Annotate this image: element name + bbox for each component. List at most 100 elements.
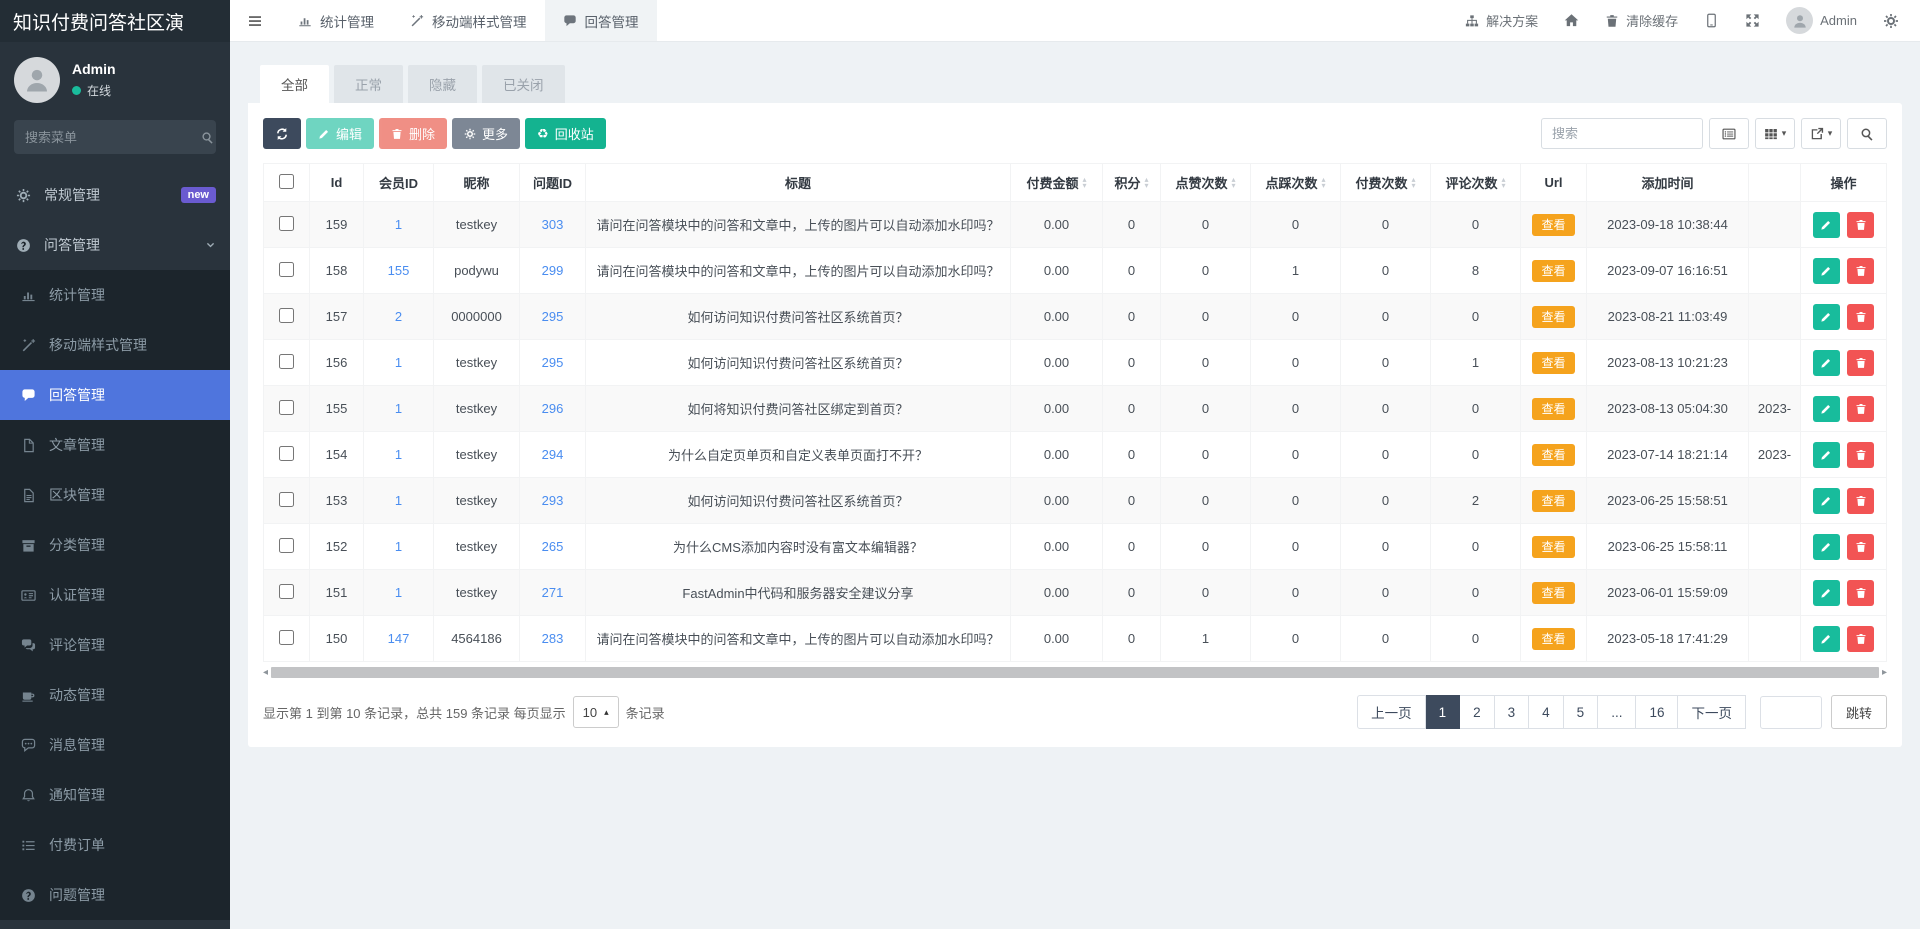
question-id-link[interactable]: 299	[520, 248, 586, 294]
row-checkbox[interactable]	[279, 400, 294, 415]
row-edit-button[interactable]	[1813, 580, 1840, 606]
page-button[interactable]: 16	[1636, 695, 1678, 729]
column-header[interactable]: 积分▴▾	[1103, 164, 1161, 202]
sidebar-subitem[interactable]: 消息管理	[0, 720, 230, 770]
table-search-input[interactable]	[1541, 118, 1703, 149]
row-edit-button[interactable]	[1813, 534, 1840, 560]
sidebar-subitem[interactable]: 统计管理	[0, 270, 230, 320]
search-toggle-button[interactable]	[1847, 118, 1887, 149]
sidebar-subitem[interactable]: 区块管理	[0, 470, 230, 520]
search-icon[interactable]	[201, 131, 214, 144]
sidebar-item[interactable]: 常规管理 new	[0, 170, 230, 220]
column-header[interactable]: 问题ID▴▾	[520, 164, 586, 202]
member-id-link[interactable]: 1	[364, 340, 434, 386]
columns-button[interactable]: ▾	[1755, 118, 1795, 149]
sidebar-subitem[interactable]: 动态管理	[0, 670, 230, 720]
sort-carets[interactable]: ▴▾	[1145, 177, 1149, 189]
row-checkbox[interactable]	[279, 354, 294, 369]
column-header[interactable]: 付费次数▴▾	[1341, 164, 1431, 202]
select-all-checkbox[interactable]	[279, 174, 294, 189]
page-button[interactable]: ...	[1598, 695, 1636, 729]
view-url-button[interactable]: 查看	[1532, 444, 1574, 466]
page-button[interactable]: 上一页	[1357, 695, 1426, 729]
column-header[interactable]: 点赞次数▴▾	[1161, 164, 1251, 202]
row-edit-button[interactable]	[1813, 258, 1840, 284]
column-header[interactable]: 标题▴▾	[586, 164, 1011, 202]
row-edit-button[interactable]	[1813, 488, 1840, 514]
view-url-button[interactable]: 查看	[1532, 536, 1574, 558]
column-header[interactable]: 会员ID▴▾	[364, 164, 434, 202]
row-checkbox[interactable]	[279, 262, 294, 277]
sort-carets[interactable]: ▴▾	[1232, 177, 1236, 189]
view-url-button[interactable]: 查看	[1532, 306, 1574, 328]
member-id-link[interactable]: 1	[364, 386, 434, 432]
row-edit-button[interactable]	[1813, 212, 1840, 238]
member-id-link[interactable]: 1	[364, 432, 434, 478]
mobile-preview-button[interactable]	[1691, 0, 1732, 42]
fullscreen-button[interactable]	[1732, 0, 1773, 42]
jump-page-input[interactable]	[1760, 696, 1822, 729]
row-checkbox[interactable]	[279, 492, 294, 507]
page-button[interactable]: 3	[1495, 695, 1530, 729]
question-id-link[interactable]: 283	[520, 616, 586, 662]
page-button[interactable]: 4	[1529, 695, 1564, 729]
sidebar-subitem[interactable]: 付费订单	[0, 820, 230, 870]
view-url-button[interactable]: 查看	[1532, 628, 1574, 650]
question-id-link[interactable]: 296	[520, 386, 586, 432]
question-id-link[interactable]: 294	[520, 432, 586, 478]
row-delete-button[interactable]	[1847, 442, 1874, 468]
member-id-link[interactable]: 1	[364, 524, 434, 570]
question-id-link[interactable]: 295	[520, 340, 586, 386]
sidebar-subitem[interactable]: 认证管理	[0, 570, 230, 620]
page-button[interactable]: 下一页	[1678, 695, 1746, 729]
topbar-tab[interactable]: 移动端样式管理	[392, 0, 545, 41]
question-id-link[interactable]: 293	[520, 478, 586, 524]
delete-button[interactable]: 删除	[379, 118, 447, 149]
row-delete-button[interactable]	[1847, 212, 1874, 238]
row-checkbox[interactable]	[279, 584, 294, 599]
sort-carets[interactable]: ▴▾	[1083, 177, 1087, 189]
row-delete-button[interactable]	[1847, 350, 1874, 376]
question-id-link[interactable]: 295	[520, 294, 586, 340]
horizontal-scrollbar[interactable]: ◂ ▸	[263, 666, 1887, 679]
question-id-link[interactable]: 271	[520, 570, 586, 616]
row-delete-button[interactable]	[1847, 580, 1874, 606]
column-header[interactable]: 付费金额▴▾	[1011, 164, 1103, 202]
sidebar-item[interactable]: 问答管理	[0, 220, 230, 270]
sidebar-subitem[interactable]: 通知管理	[0, 770, 230, 820]
clear-cache-button[interactable]: 清除缓存	[1592, 0, 1691, 42]
solution-link[interactable]: 解决方案	[1452, 0, 1551, 42]
member-id-link[interactable]: 1	[364, 478, 434, 524]
page-size-select[interactable]: 10▴	[573, 696, 619, 728]
view-url-button[interactable]: 查看	[1532, 582, 1574, 604]
page-button[interactable]: 1	[1426, 695, 1461, 729]
page-button[interactable]: 5	[1564, 695, 1599, 729]
row-checkbox[interactable]	[279, 538, 294, 553]
edit-button[interactable]: 编辑	[306, 118, 374, 149]
column-header[interactable]: 昵称▴▾	[434, 164, 520, 202]
view-url-button[interactable]: 查看	[1532, 352, 1574, 374]
row-checkbox[interactable]	[279, 446, 294, 461]
sort-carets[interactable]: ▴▾	[1502, 177, 1506, 189]
column-header[interactable]: 点踩次数▴▾	[1251, 164, 1341, 202]
view-url-button[interactable]: 查看	[1532, 260, 1574, 282]
view-url-button[interactable]: 查看	[1532, 398, 1574, 420]
row-edit-button[interactable]	[1813, 396, 1840, 422]
status-tab[interactable]: 全部	[260, 65, 329, 103]
page-button[interactable]: 2	[1460, 695, 1495, 729]
row-delete-button[interactable]	[1847, 304, 1874, 330]
column-header[interactable]: ▴▾	[1749, 164, 1801, 202]
row-edit-button[interactable]	[1813, 442, 1840, 468]
column-header[interactable]: 评论次数▴▾	[1431, 164, 1521, 202]
row-delete-button[interactable]	[1847, 534, 1874, 560]
row-checkbox[interactable]	[279, 308, 294, 323]
status-tab[interactable]: 正常	[334, 65, 403, 103]
column-header[interactable]: Url▴▾	[1521, 164, 1587, 202]
member-id-link[interactable]: 1	[364, 202, 434, 248]
status-tab[interactable]: 隐藏	[408, 65, 477, 103]
status-tab[interactable]: 已关闭	[482, 65, 565, 103]
member-id-link[interactable]: 155	[364, 248, 434, 294]
detail-view-button[interactable]	[1709, 118, 1749, 149]
sort-carets[interactable]: ▴▾	[1322, 177, 1326, 189]
question-id-link[interactable]: 303	[520, 202, 586, 248]
